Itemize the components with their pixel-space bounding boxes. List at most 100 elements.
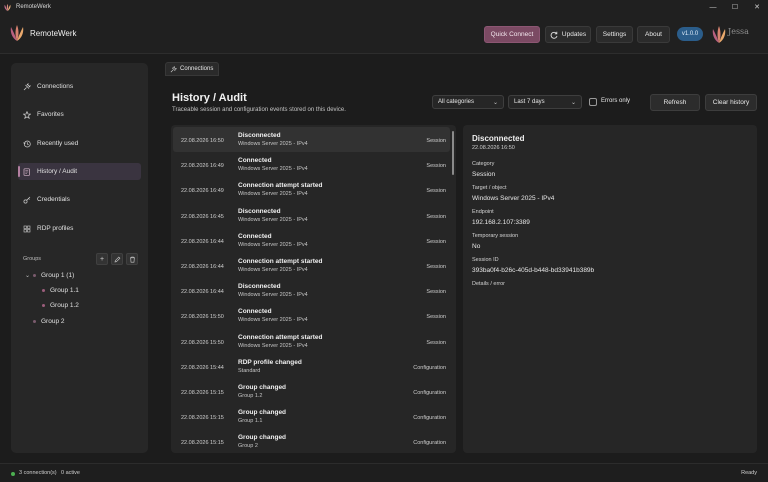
tree-item-group-1-1[interactable]: Group 1.1 [42,287,79,294]
version-badge: v1.0.0 [677,27,703,41]
detail-field-value: No [472,243,481,250]
event-time: 22.08.2026 16:44 [181,289,224,296]
clear-history-button[interactable]: Clear history [705,94,757,111]
event-name: Group changed [238,434,287,442]
detail-time: 22.08.2026 16:50 [472,145,515,151]
time-range-value: Last 7 days [514,99,545,105]
page-title: History / Audit [172,92,247,104]
event-target: Windows Server 2025 - IPv4 [238,317,308,324]
event-detail-panel: Disconnected 22.08.2026 16:50 Category Se… [463,125,757,453]
event-time: 22.08.2026 15:15 [181,440,224,447]
tree-item-group-1[interactable]: ⌄ Group 1 (1) [25,272,74,279]
event-name: Connection attempt started [238,258,323,265]
table-row[interactable]: 22.08.2026 15:44 RDP profile changed Stand… [173,354,450,379]
plug-icon [170,65,177,72]
detail-field-label: Details / error [472,281,506,287]
table-row[interactable]: 22.08.2026 16:49 Connected Windows Server … [173,152,450,177]
errors-only-checkbox[interactable] [589,98,597,106]
event-list-scrollbar[interactable] [452,131,454,175]
app-header: RemoteWerk Quick Connect Updates Setting… [0,14,768,54]
errors-only-label[interactable]: Errors only [601,98,630,104]
tab-connections[interactable]: Connections [165,62,219,76]
event-target: Windows Server 2025 - IPv4 [238,292,308,299]
category-filter-select[interactable]: All categories ⌄ [432,95,504,109]
event-target: Windows Server 2025 - IPv4 [238,166,308,173]
event-category: Session [426,163,446,170]
sidebar-item-credentials[interactable]: Credentials [18,191,141,208]
sidebar-item-history-audit[interactable]: History / Audit [18,163,141,180]
settings-button[interactable]: Settings [596,26,633,43]
event-category: Session [426,213,446,220]
groups-label: Groups [23,256,42,262]
table-row[interactable]: 22.08.2026 16:44 Disconnected Windows Serv… [173,278,450,303]
event-time: 22.08.2026 16:45 [181,213,224,220]
minimize-button[interactable]: — [702,0,724,14]
event-name: Group changed [238,409,287,417]
event-name: Connected [238,232,272,240]
refresh-button[interactable]: Refresh [650,94,700,111]
table-row[interactable]: 22.08.2026 16:49 Connection attempt start… [173,177,450,202]
group-dot-icon [33,274,36,277]
updates-button[interactable]: Updates [545,26,591,43]
time-range-select[interactable]: Last 7 days ⌄ [508,95,582,109]
chevron-down-icon[interactable]: ⌄ [25,272,33,279]
grid-icon [23,225,31,232]
table-row[interactable]: 22.08.2026 16:44 Connected Windows Server … [173,228,450,253]
status-dot-icon [11,472,15,476]
edit-group-button[interactable] [111,253,123,265]
add-group-button[interactable]: + [96,253,108,265]
event-target: Group 1.2 [238,393,263,399]
event-name: Disconnected [238,283,281,291]
key-icon [23,196,31,203]
quick-connect-button[interactable]: Quick Connect [484,26,540,43]
event-target: Windows Server 2025 - IPv4 [238,342,308,349]
partner-name: Jessa [728,27,749,36]
table-row[interactable]: 22.08.2026 16:44 Connection attempt start… [173,253,450,278]
about-button[interactable]: About [637,26,670,43]
active-count: 0 active [61,470,80,476]
maximize-button[interactable]: ☐ [724,0,746,14]
tree-item-label: Group 1.2 [50,302,79,309]
event-time: 22.08.2026 15:44 [181,364,224,371]
detail-field-value: Windows Server 2025 - IPv4 [472,195,555,202]
table-row[interactable]: 22.08.2026 15:15 Group changed Group 2 Conf… [173,429,450,453]
tree-item-label: Group 1.1 [50,287,79,294]
trash-icon [129,256,135,262]
sidebar-item-rdp-profiles[interactable]: RDP profiles [18,220,141,237]
detail-field-label: Category [472,161,495,167]
tree-item-group-2[interactable]: Group 2 [33,318,65,325]
status-text: Ready [741,470,757,476]
star-icon [23,110,31,119]
detail-title: Disconnected [472,134,525,143]
event-list: 22.08.2026 16:50 Disconnected Windows Serv… [171,125,456,453]
table-row[interactable]: 22.08.2026 15:50 Connection attempt start… [173,329,450,354]
tree-item-group-1-2[interactable]: Group 1.2 [42,302,79,309]
brand-logo-icon [10,25,24,41]
table-row[interactable]: 22.08.2026 15:50 Connected Windows Server … [173,303,450,328]
sidebar-item-connections[interactable]: Connections [18,78,141,95]
close-button[interactable]: ✕ [746,0,768,14]
window-titlebar: RemoteWerk — ☐ ✕ [0,0,768,14]
event-category: Session [426,339,446,346]
delete-group-button[interactable] [126,253,138,265]
chevron-down-icon: ⌄ [492,100,498,106]
table-row[interactable]: 22.08.2026 15:15 Group changed Group 1.1 Co… [173,404,450,429]
refresh-icon [550,31,558,39]
detail-field-value: 192.168.2.107:3389 [472,219,530,226]
table-row[interactable]: 22.08.2026 16:50 Disconnected Windows Serv… [173,127,450,152]
event-category: Session [426,238,446,245]
event-time: 22.08.2026 15:50 [181,339,224,346]
detail-field-value: 393ba0f4-b26c-405d-b448-bd33941b389b [472,267,595,274]
sidebar-item-label: Recently used [37,140,79,147]
chevron-down-icon: ⌄ [570,100,576,106]
table-row[interactable]: 22.08.2026 16:45 Disconnected Windows Serv… [173,203,450,228]
sidebar-item-favorites[interactable]: Favorites [18,106,141,123]
sidebar: Connections Favorites Recently used Hist… [11,63,148,453]
detail-field-label: Target / object [472,185,507,191]
event-target: Windows Server 2025 - IPv4 [238,241,308,248]
event-time: 22.08.2026 16:50 [181,138,224,144]
table-row[interactable]: 22.08.2026 15:15 Group changed Group 1.2 Co… [173,379,450,404]
sidebar-item-recently-used[interactable]: Recently used [18,135,141,152]
page-subtitle: Traceable session and configuration even… [172,107,346,113]
event-time: 22.08.2026 15:15 [181,415,224,422]
